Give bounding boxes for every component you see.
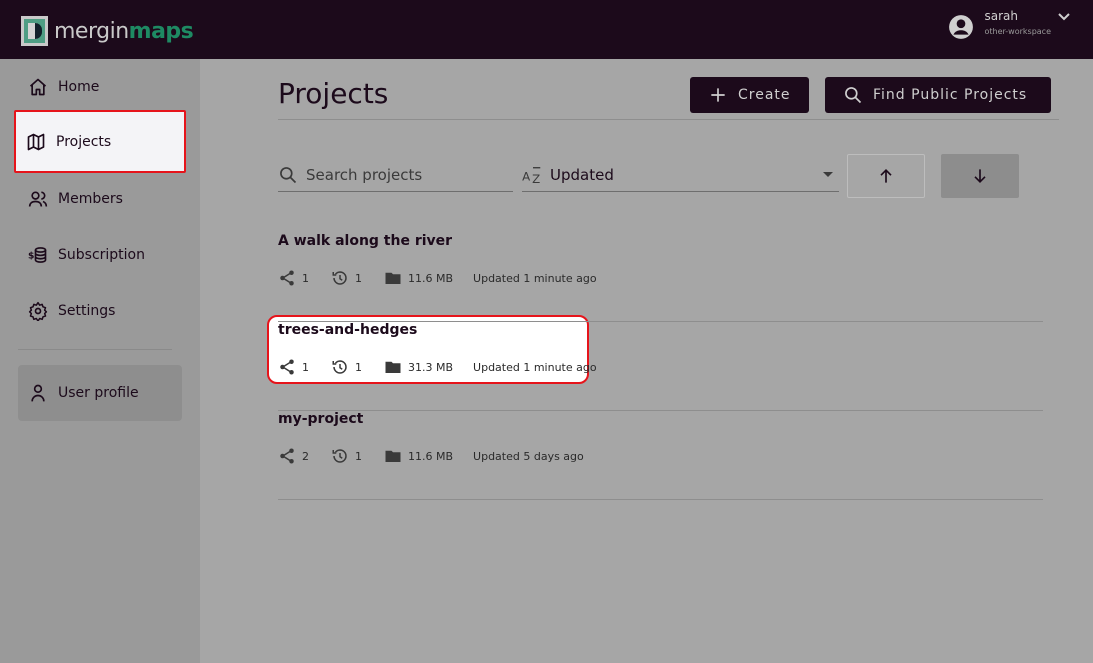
sidebar-item-members[interactable]: Members: [18, 171, 182, 227]
workspace-name: other-workspace: [984, 27, 1051, 36]
sort-ascending-button[interactable]: [847, 154, 925, 198]
sidebar-item-label: Projects: [56, 133, 112, 150]
title-divider: [278, 119, 1059, 120]
account-circle-icon: [949, 15, 974, 39]
sidebar-item-label: Home: [58, 79, 100, 95]
sidebar-item-subscription[interactable]: $ Subscription: [18, 227, 182, 283]
user-menu[interactable]: sarah other-workspace: [948, 10, 1071, 40]
project-row[interactable]: my-project 2 1 11.6 MB Updated 5 days ag…: [278, 411, 1043, 500]
search-icon: [845, 87, 862, 104]
caret-down-icon: [823, 172, 833, 177]
mergin-maps-logo[interactable]: merginmaps: [21, 16, 194, 46]
search-icon: [280, 166, 297, 183]
user-name: sarah: [984, 9, 1018, 23]
sort-alphabetical-icon: AZ: [522, 166, 541, 185]
create-button[interactable]: Create: [690, 77, 809, 113]
chevron-down-icon: [1058, 13, 1070, 21]
folder-icon: [385, 450, 401, 462]
sort-select[interactable]: AZ Updated: [522, 158, 839, 192]
project-size: 11.6 MB: [408, 449, 454, 463]
share-icon: [280, 359, 294, 375]
sidebar-item-user-profile[interactable]: User profile: [18, 365, 182, 421]
share-count: 2: [302, 449, 309, 463]
sidebar-item-label: Subscription: [58, 247, 145, 263]
search-field[interactable]: [278, 158, 513, 192]
history-icon: [332, 449, 347, 463]
arrow-up-icon: [880, 168, 892, 183]
sidebar-item-label: Settings: [58, 303, 116, 319]
sidebar-item-home[interactable]: Home: [18, 59, 182, 115]
share-count: 1: [302, 271, 309, 285]
create-button-label: Create: [738, 87, 791, 103]
share-count: 1: [302, 360, 309, 374]
gear-icon: [28, 301, 48, 321]
sidebar-item-settings[interactable]: Settings: [18, 283, 182, 339]
share-icon: [280, 270, 294, 286]
coins-icon: $: [28, 247, 47, 263]
project-row[interactable]: trees-and-hedges 1 1 31.3 MB Updated 1 m…: [278, 322, 1043, 411]
version-count: 1: [355, 271, 362, 285]
project-name[interactable]: A walk along the river: [278, 233, 452, 249]
version-count: 1: [355, 360, 362, 374]
project-updated: Updated 5 days ago: [473, 449, 584, 463]
project-name[interactable]: my-project: [278, 411, 363, 427]
sort-value: Updated: [550, 165, 614, 184]
project-updated: Updated 1 minute ago: [473, 360, 597, 374]
arrow-down-icon: [974, 169, 986, 184]
user-icon: [31, 384, 45, 402]
folder-icon: [385, 361, 401, 373]
share-icon: [280, 448, 294, 464]
project-updated: Updated 1 minute ago: [473, 271, 597, 285]
map-icon: [27, 133, 45, 150]
find-public-projects-label: Find Public Projects: [873, 87, 1028, 103]
sidebar-divider: [18, 349, 172, 350]
page-title: Projects: [278, 77, 389, 110]
svg-text:Z: Z: [532, 172, 540, 185]
project-meta: 1 1 11.6 MB Updated 1 minute ago: [278, 269, 597, 287]
version-count: 1: [355, 449, 362, 463]
sort-descending-button[interactable]: [941, 154, 1019, 198]
project-name[interactable]: trees-and-hedges: [278, 322, 417, 338]
logo-text: merginmaps: [54, 18, 194, 44]
history-icon: [332, 360, 347, 374]
users-icon: [28, 191, 48, 207]
project-meta: 1 1 31.3 MB Updated 1 minute ago: [278, 358, 597, 376]
find-public-projects-button[interactable]: Find Public Projects: [825, 77, 1051, 113]
home-icon: [29, 78, 47, 96]
logo-mark-icon: [21, 16, 48, 46]
search-input[interactable]: [306, 165, 506, 184]
history-icon: [332, 271, 347, 285]
plus-icon: [711, 88, 725, 102]
sidebar: Home Projects Members $ Subscription Set…: [0, 59, 200, 663]
top-bar: merginmaps sarah other-workspace: [0, 0, 1093, 59]
svg-text:A: A: [522, 169, 530, 183]
sidebar-item-label: Members: [58, 191, 123, 207]
project-size: 11.6 MB: [408, 271, 454, 285]
sidebar-item-projects[interactable]: Projects: [14, 110, 186, 173]
folder-icon: [385, 272, 401, 284]
svg-text:$: $: [28, 250, 34, 261]
project-size: 31.3 MB: [408, 360, 454, 374]
project-row[interactable]: A walk along the river 1 1 11.6 MB Updat…: [278, 233, 1043, 322]
project-meta: 2 1 11.6 MB Updated 5 days ago: [278, 447, 584, 465]
sidebar-item-label: User profile: [58, 385, 139, 401]
